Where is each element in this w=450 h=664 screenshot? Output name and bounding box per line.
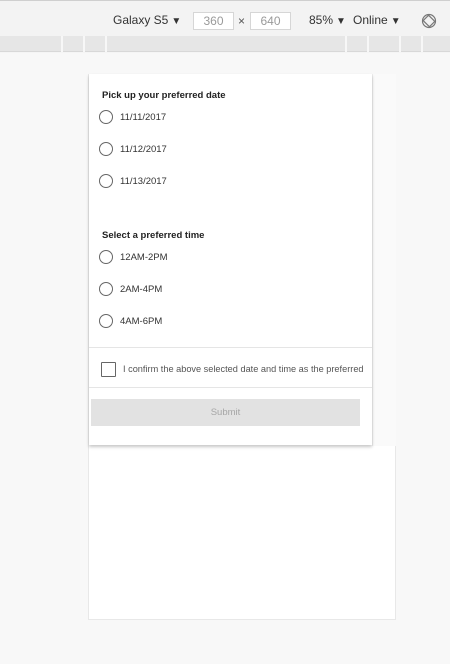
ruler-tick — [83, 36, 85, 52]
radio-button[interactable] — [99, 282, 113, 296]
network-dropdown-icon: ▼ — [390, 16, 401, 27]
radio-button[interactable] — [99, 314, 113, 328]
device-toolbar: Galaxy S5 ▼ 360 × 640 85% ▼ Online ▼ — [0, 0, 450, 36]
date-label: 11/12/2017 — [120, 143, 167, 155]
media-query-bar[interactable] — [0, 36, 450, 52]
radio-button[interactable] — [99, 142, 113, 156]
time-section-title: Select a preferred time — [102, 230, 205, 241]
date-label: 11/13/2017 — [120, 175, 167, 187]
rotate-icon[interactable] — [421, 13, 437, 29]
width-input[interactable]: 360 — [193, 12, 234, 30]
zoom-value: 85% — [309, 13, 334, 27]
confirm-label: I confirm the above selected date and ti… — [123, 364, 364, 374]
submit-button[interactable]: Submit — [91, 399, 360, 426]
divider — [89, 387, 372, 388]
zoom-dropdown-icon: ▼ — [336, 16, 346, 27]
time-option[interactable]: 4AM-6PM — [99, 312, 162, 330]
time-option[interactable]: 2AM-4PM — [99, 280, 162, 298]
time-option[interactable]: 12AM-2PM — [99, 248, 168, 266]
device-select[interactable]: Galaxy S5 ▼ — [113, 13, 181, 27]
radio-button[interactable] — [99, 174, 113, 188]
confirm-checkbox[interactable] — [101, 361, 116, 377]
confirm-row[interactable]: I confirm the above selected date and ti… — [101, 359, 364, 379]
time-label: 4AM-6PM — [120, 315, 163, 327]
time-label: 12AM-2PM — [120, 251, 168, 263]
zoom-select[interactable]: 85% ▼ — [309, 13, 346, 27]
ruler-tick — [367, 36, 369, 52]
ruler-tick — [421, 36, 423, 52]
ruler-tick — [399, 36, 401, 52]
height-input[interactable]: 640 — [250, 12, 291, 30]
device-dropdown-icon: ▼ — [171, 16, 182, 27]
network-value: Online — [353, 13, 388, 27]
ruler-tick — [61, 36, 63, 52]
dimension-separator: × — [238, 14, 246, 28]
date-label: 11/11/2017 — [120, 111, 167, 123]
time-label: 2AM-4PM — [120, 283, 163, 295]
date-option[interactable]: 11/12/2017 — [99, 140, 167, 158]
ruler-tick — [345, 36, 347, 52]
pickup-form: Pick up your preferred date 11/11/2017 1… — [89, 74, 372, 445]
radio-button[interactable] — [99, 110, 113, 124]
date-option[interactable]: 11/13/2017 — [99, 172, 167, 190]
device-name: Galaxy S5 — [113, 13, 169, 27]
ruler-tick — [105, 36, 107, 52]
device-overflow-area — [372, 74, 396, 446]
divider — [89, 347, 372, 348]
date-option[interactable]: 11/11/2017 — [99, 108, 166, 126]
date-section-title: Pick up your preferred date — [102, 90, 226, 101]
radio-button[interactable] — [99, 250, 113, 264]
network-select[interactable]: Online ▼ — [353, 13, 401, 27]
